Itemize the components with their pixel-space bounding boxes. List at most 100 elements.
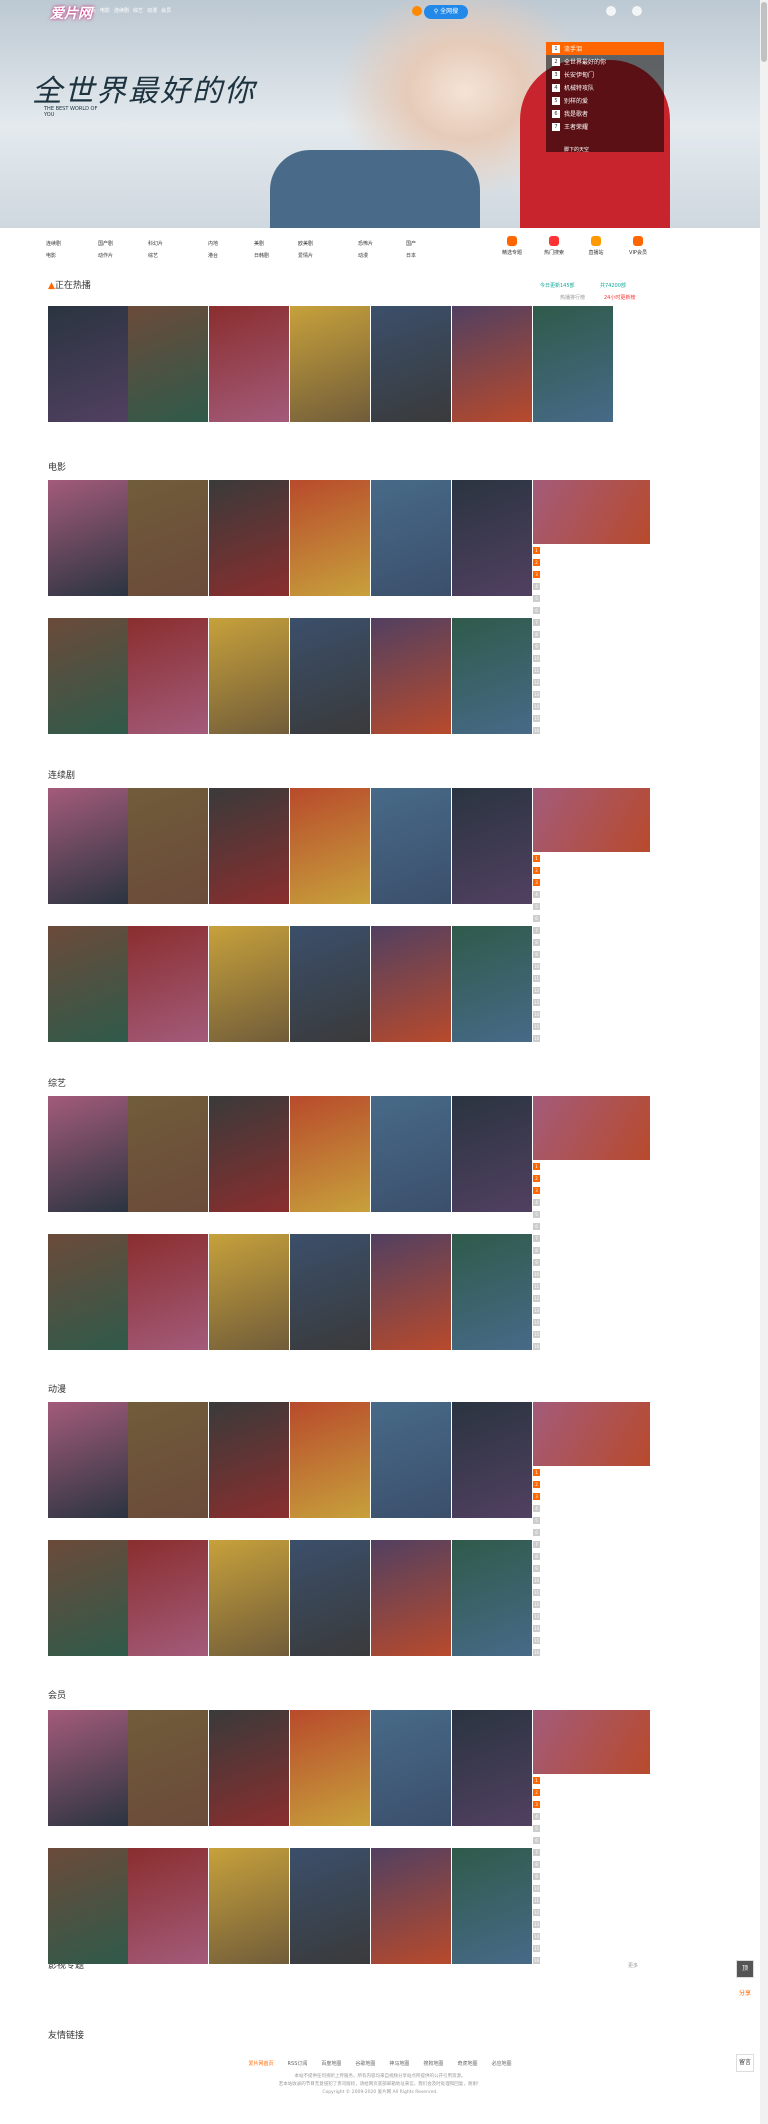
poster-image[interactable]	[209, 788, 289, 904]
ranking-row[interactable]: 10	[533, 960, 650, 972]
ranking-row[interactable]: 13	[533, 1918, 650, 1930]
ranking-row[interactable]: 6	[533, 1834, 650, 1846]
poster-card[interactable]	[371, 306, 451, 425]
poster-card[interactable]	[452, 926, 532, 1045]
poster-card[interactable]	[128, 926, 208, 1045]
ranking-row[interactable]: 15	[533, 712, 650, 724]
nav-home[interactable]: 首页	[86, 7, 96, 14]
poster-card[interactable]	[128, 306, 208, 425]
poster-image[interactable]	[371, 480, 451, 596]
category-link[interactable]: 恐怖片	[358, 240, 373, 247]
ranking-row[interactable]: 12	[533, 984, 650, 996]
poster-card[interactable]	[209, 1710, 289, 1829]
ranking-row[interactable]: 5	[533, 592, 650, 604]
category-link[interactable]: 电影	[46, 252, 56, 259]
ranking-row[interactable]: 14	[533, 1008, 650, 1020]
poster-image[interactable]	[290, 926, 370, 1042]
poster-image[interactable]	[290, 480, 370, 596]
poster-image[interactable]	[128, 1234, 208, 1350]
ranking-row[interactable]: 15	[533, 1328, 650, 1340]
ranking-row[interactable]: 1	[533, 1160, 650, 1172]
poster-card[interactable]	[209, 926, 289, 1045]
poster-image[interactable]	[371, 788, 451, 904]
poster-card[interactable]	[209, 788, 289, 907]
ranking-row[interactable]: 6	[533, 604, 650, 616]
poster-image[interactable]	[452, 1540, 532, 1656]
ranking-row[interactable]: 15	[533, 1634, 650, 1646]
ranking-cover[interactable]	[533, 1710, 650, 1774]
poster-card[interactable]	[290, 1234, 370, 1353]
ranking-row[interactable]: 2	[533, 1478, 650, 1490]
poster-card[interactable]	[209, 480, 289, 599]
ranking-row[interactable]: 16	[533, 724, 650, 736]
nav-variety[interactable]: 综艺	[133, 7, 143, 14]
poster-image[interactable]	[209, 306, 289, 422]
poster-card[interactable]	[371, 1402, 451, 1521]
poster-card[interactable]	[209, 1234, 289, 1353]
poster-image[interactable]	[48, 1234, 128, 1350]
poster-image[interactable]	[452, 926, 532, 1042]
share-button[interactable]: 分享	[736, 1986, 754, 2004]
ranking-row[interactable]: 16	[533, 1646, 650, 1658]
category-link[interactable]: 爱情片	[298, 252, 313, 259]
ranking-row[interactable]: 6	[533, 1220, 650, 1232]
poster-image[interactable]	[371, 306, 451, 422]
poster-card[interactable]	[452, 788, 532, 907]
ranking-row[interactable]: 3	[533, 1490, 650, 1502]
ranking-row[interactable]: 9	[533, 1562, 650, 1574]
poster-image[interactable]	[128, 480, 208, 596]
history-icon[interactable]	[412, 6, 422, 16]
poster-image[interactable]	[48, 480, 128, 596]
ranking-row[interactable]: 16	[533, 1032, 650, 1044]
poster-image[interactable]	[290, 1402, 370, 1518]
ranking-row[interactable]: 14	[533, 1316, 650, 1328]
ranking-row[interactable]: 11	[533, 1894, 650, 1906]
search-button[interactable]: ⚲ 全网搜	[424, 5, 468, 19]
scrollbar-thumb[interactable]	[761, 2, 767, 62]
poster-card[interactable]	[290, 1402, 370, 1521]
poster-card[interactable]	[48, 1710, 128, 1829]
poster-card[interactable]	[371, 480, 451, 599]
poster-image[interactable]	[48, 618, 128, 734]
ranking-row[interactable]: 5	[533, 1822, 650, 1834]
ranking-row[interactable]: 1	[533, 544, 650, 556]
poster-image[interactable]	[209, 480, 289, 596]
ranking-row[interactable]: 1	[533, 1774, 650, 1786]
poster-card[interactable]	[452, 1234, 532, 1353]
ranking-row[interactable]: 15	[533, 1020, 650, 1032]
ranking-row[interactable]: 3	[533, 568, 650, 580]
poster-image[interactable]	[371, 926, 451, 1042]
ranking-item[interactable]: 5 别样的爱	[546, 94, 664, 107]
poster-card[interactable]	[452, 1096, 532, 1215]
poster-card[interactable]	[452, 1848, 532, 1967]
ranking-row[interactable]: 11	[533, 972, 650, 984]
poster-image[interactable]	[452, 306, 532, 422]
poster-image[interactable]	[48, 788, 128, 904]
ranking-row[interactable]: 5	[533, 900, 650, 912]
poster-card[interactable]	[128, 788, 208, 907]
ranking-row[interactable]: 4	[533, 1810, 650, 1822]
scrollbar[interactable]	[760, 0, 768, 2124]
ranking-row[interactable]: 12	[533, 1598, 650, 1610]
ranking-row[interactable]: 8	[533, 1550, 650, 1562]
category-link[interactable]: 综艺	[148, 252, 158, 259]
poster-image[interactable]	[128, 618, 208, 734]
poster-card[interactable]	[128, 1234, 208, 1353]
poster-image[interactable]	[48, 1096, 128, 1212]
ranking-row[interactable]: 14	[533, 1930, 650, 1942]
poster-card[interactable]	[371, 1540, 451, 1659]
category-link[interactable]: 内地	[208, 240, 218, 247]
poster-card[interactable]	[128, 1710, 208, 1829]
poster-image[interactable]	[209, 1234, 289, 1350]
nav-vip[interactable]: 会员	[161, 7, 171, 14]
ranking-item[interactable]: 1 流手泪	[546, 42, 664, 55]
footer-link[interactable]: 奇虎地图	[457, 2060, 477, 2067]
ranking-row[interactable]: 6	[533, 1526, 650, 1538]
ranking-row[interactable]: 10	[533, 1268, 650, 1280]
poster-image[interactable]	[371, 618, 451, 734]
poster-image[interactable]	[452, 1096, 532, 1212]
ranking-row[interactable]: 13	[533, 1610, 650, 1622]
nav-movie[interactable]: 电影	[100, 7, 110, 14]
poster-image[interactable]	[290, 1096, 370, 1212]
ranking-row[interactable]: 14	[533, 700, 650, 712]
